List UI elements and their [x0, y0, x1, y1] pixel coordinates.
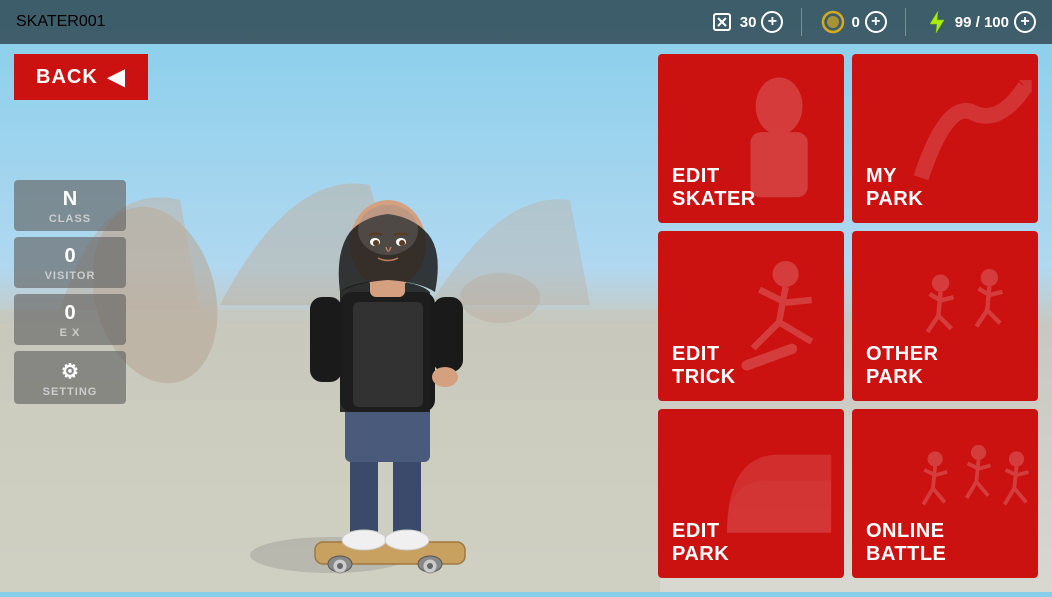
other-park-button[interactable]: OTHERPARK	[852, 231, 1038, 400]
my-park-label: MYPARK	[866, 165, 923, 211]
svg-text:SKATE: SKATE	[375, 340, 402, 349]
setting-label: SETTING	[43, 386, 98, 398]
edit-park-shadow	[714, 409, 844, 578]
currency-value: 30	[740, 14, 757, 31]
other-park-label: OTHERPARK	[866, 343, 939, 389]
my-park-shadow	[908, 54, 1038, 223]
back-button[interactable]: BACK ◀	[14, 54, 148, 100]
class-value: N	[63, 188, 77, 211]
edit-skater-button[interactable]: EDITSKATER	[658, 54, 844, 223]
ex-label: E X	[60, 327, 81, 339]
setting-icon: ⚙	[61, 359, 79, 384]
online-battle-button[interactable]: ONLINEBATTLE	[852, 409, 1038, 578]
back-arrow-icon: ◀	[108, 64, 126, 90]
energy-add-button[interactable]: +	[1014, 11, 1036, 33]
svg-text:SPACE: SPACE	[375, 350, 401, 359]
edit-trick-label: EDITTRICK	[672, 343, 736, 389]
currency-stat: 30 +	[709, 9, 784, 35]
online-battle-label: ONLINEBATTLE	[866, 520, 946, 566]
coin-stat: 0 +	[820, 9, 886, 35]
ex-stat-box: 0 E X	[14, 294, 126, 345]
edit-park-label: EDITPARK	[672, 520, 729, 566]
visitor-value: 0	[64, 245, 75, 268]
stat-divider-2	[905, 8, 906, 36]
edit-skater-label: EDITSKATER	[672, 165, 756, 211]
menu-grid: EDITSKATER MYPARK EDITTRI	[658, 54, 1038, 578]
skater-character: SKATE SPACE	[130, 44, 640, 592]
player-name: SKATER001	[16, 13, 106, 31]
setting-stat-box[interactable]: ⚙ SETTING	[14, 351, 126, 404]
energy-value: 99 / 100	[955, 14, 1009, 31]
edit-trick-button[interactable]: EDITTRICK	[658, 231, 844, 400]
energy-icon	[924, 9, 950, 35]
edit-park-button[interactable]: EDITPARK	[658, 409, 844, 578]
back-label: BACK	[36, 66, 98, 89]
coin-icon	[820, 9, 846, 35]
class-stat-box: N CLASS	[14, 180, 126, 231]
class-label: CLASS	[49, 213, 91, 225]
stat-divider-1	[801, 8, 802, 36]
ex-value: 0	[64, 302, 75, 325]
energy-stat: 99 / 100 +	[924, 9, 1036, 35]
currency-add-button[interactable]: +	[761, 11, 783, 33]
visitor-stat-box: 0 VISITOR	[14, 237, 126, 288]
coin-value: 0	[851, 14, 859, 31]
my-park-button[interactable]: MYPARK	[852, 54, 1038, 223]
visitor-label: VISITOR	[45, 270, 96, 282]
coin-add-button[interactable]: +	[865, 11, 887, 33]
left-panel: N CLASS 0 VISITOR 0 E X ⚙ SETTING	[14, 180, 126, 404]
currency-icon	[709, 9, 735, 35]
topbar: SKATER001 30 + 0 +	[0, 0, 1052, 44]
